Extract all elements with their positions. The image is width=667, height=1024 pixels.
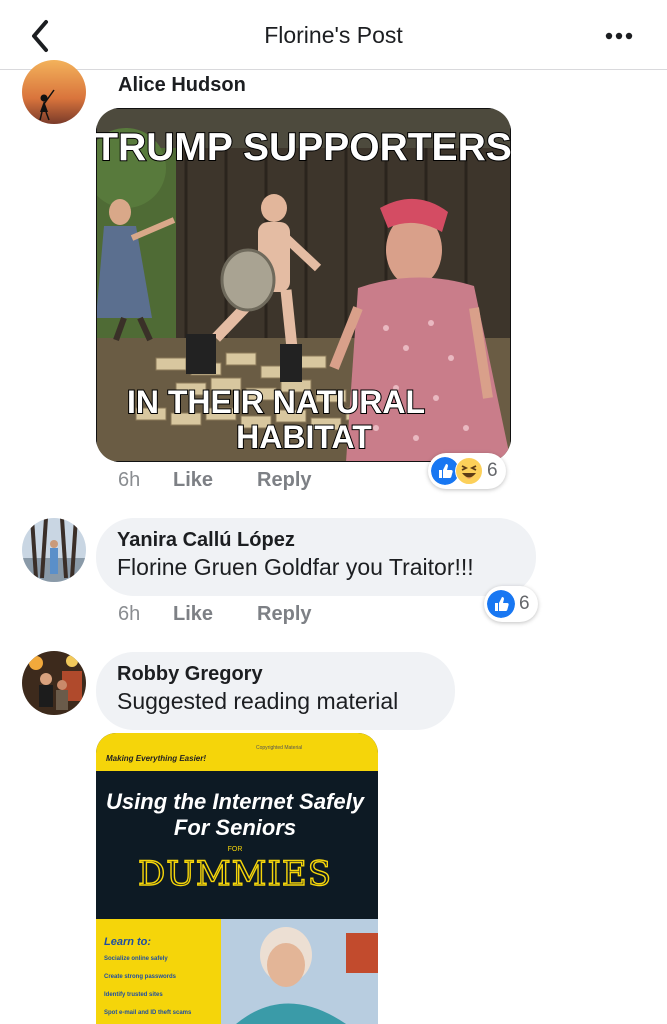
meme-top-text: TRUMP SUPPORTERS (96, 126, 511, 169)
comment-timestamp[interactable]: 6h (118, 469, 173, 492)
page-title: Florine's Post (264, 22, 403, 48)
comment-author[interactable]: Yanira Callú López (117, 529, 514, 552)
book-dummies-logo: DUMMIES (138, 854, 332, 894)
top-nav-bar: Florine's Post (0, 0, 667, 70)
book-bullet: Socialize online safely (104, 956, 168, 962)
comment-image[interactable]: TRUMP SUPPORTERS IN THEIR NATURAL HABITA… (96, 108, 511, 462)
book-title-line-2: For Seniors (174, 815, 296, 840)
avatar-image (22, 518, 86, 582)
reply-button[interactable]: Reply (257, 603, 311, 626)
like-button[interactable]: Like (173, 603, 213, 626)
meme-bottom-text-1: IN THEIR NATURAL (127, 384, 425, 420)
book-bullet: Create strong passwords (104, 974, 177, 980)
comment-image[interactable]: Making Everything Easier! Copyrighted Ma… (96, 733, 378, 1024)
comment-bubble[interactable]: Yanira Callú López Florine Gruen Goldfar… (96, 518, 536, 596)
comment-actions: 6h Like Reply (118, 469, 356, 492)
comment-text: Florine Gruen Goldfar you Traitor!!! (117, 554, 474, 580)
reaction-summary[interactable]: 6 (428, 453, 506, 489)
reaction-count: 6 (519, 593, 530, 614)
comment-timestamp[interactable]: 6h (118, 603, 173, 626)
like-button[interactable]: Like (173, 469, 213, 492)
book-cover-image: Making Everything Easier! Copyrighted Ma… (96, 733, 378, 1024)
book-title-line-1: Using the Internet Safely (106, 789, 366, 814)
comment-text: Suggested reading material (117, 688, 399, 714)
reaction-count: 6 (487, 460, 498, 481)
more-dots-icon (605, 32, 633, 40)
avatar[interactable] (22, 651, 86, 715)
avatar[interactable] (22, 518, 86, 582)
book-copyright: Copyrighted Material (256, 745, 302, 751)
reaction-summary[interactable]: 6 (484, 586, 538, 622)
comment-author[interactable]: Robby Gregory (117, 663, 433, 686)
book-learn-to: Learn to: (104, 936, 151, 948)
comment-author[interactable]: Alice Hudson (118, 74, 246, 97)
comment-actions: 6h Like Reply (118, 603, 356, 626)
more-options-button[interactable] (601, 20, 641, 52)
book-bullet: Spot e-mail and ID theft scams (104, 1010, 192, 1016)
avatar[interactable] (22, 60, 86, 124)
haha-icon (455, 457, 483, 485)
comment-bubble[interactable]: Robby Gregory Suggested reading material (96, 652, 455, 730)
meme-bottom-text-2: HABITAT (236, 419, 372, 455)
meme-image: TRUMP SUPPORTERS IN THEIR NATURAL HABITA… (96, 108, 511, 462)
book-for: FOR (228, 846, 243, 853)
reply-button[interactable]: Reply (257, 469, 311, 492)
avatar-image (22, 60, 86, 124)
like-icon (487, 590, 515, 618)
book-bullet: Identify trusted sites (104, 992, 163, 998)
book-banner: Making Everything Easier! (106, 754, 206, 763)
avatar-image (22, 651, 86, 715)
